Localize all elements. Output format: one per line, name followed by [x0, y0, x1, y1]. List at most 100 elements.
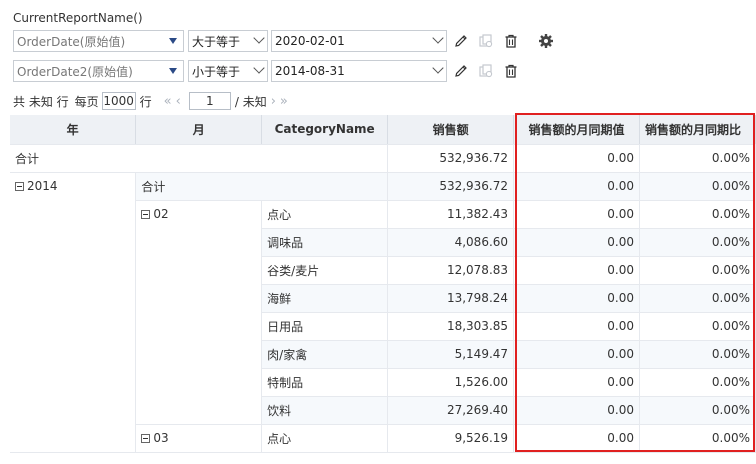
prev-ratio-cell: 0.00%: [639, 256, 756, 285]
filter-value-text: 2014-08-31: [275, 64, 345, 78]
collapse-icon[interactable]: [15, 181, 24, 191]
category-cell: 海鲜: [261, 284, 389, 313]
column-header-year[interactable]: 年: [10, 115, 137, 145]
sales-cell: 4,086.60: [387, 228, 515, 257]
sales-cell: 9,526.19: [387, 424, 515, 453]
prev-value-cell: 0.00: [513, 312, 640, 341]
sales-cell: 13,798.24: [387, 284, 515, 313]
filter-field-value: OrderDate2(原始值): [17, 64, 133, 79]
report-table: 年 月 CategoryName 销售额 销售额的月同期值 销售额的月同期比 合…: [10, 115, 756, 453]
chevron-down-icon: [432, 62, 444, 74]
category-cell: 谷类/麦片: [261, 256, 389, 285]
month-group-cell: 03: [135, 424, 263, 453]
prev-value-cell: 0.00: [513, 340, 640, 369]
category-cell: 特制品: [261, 368, 389, 397]
prev-ratio-cell: 0.00%: [639, 228, 756, 257]
prev-ratio-cell: 0.00%: [639, 144, 756, 173]
table-row: 2014 合计 532,936.72 0.00 0.00%: [10, 172, 756, 453]
page-total-label: / 未知: [234, 94, 267, 109]
chevron-down-icon: [253, 32, 265, 44]
sales-cell: 12,078.83: [387, 256, 515, 285]
trash-icon[interactable]: [503, 33, 519, 49]
pencil-icon[interactable]: [453, 33, 469, 49]
copy-icon[interactable]: [478, 33, 494, 49]
filter-value-select[interactable]: 2020-02-01: [271, 30, 447, 52]
filter-field-value: OrderDate(原始值): [17, 34, 126, 49]
month-group-cell: 02: [135, 200, 263, 425]
prev-value-cell: 0.00: [513, 144, 640, 173]
prev-ratio-cell: 0.00%: [639, 200, 756, 229]
category-cell: 日用品: [261, 312, 389, 341]
dropdown-arrow-icon: [169, 38, 177, 44]
pager: 共 未知 行 每页 1000 行 « ‹ 1 / 未知 › »: [13, 91, 292, 111]
category-cell: 饮料: [261, 396, 389, 425]
filter-value-text: 2020-02-01: [275, 34, 345, 48]
sales-cell: 532,936.72: [387, 172, 515, 201]
prev-ratio-cell: 0.00%: [639, 284, 756, 313]
prev-value-cell: 0.00: [513, 200, 640, 229]
collapse-icon[interactable]: [141, 209, 151, 219]
collapse-icon[interactable]: [141, 433, 151, 443]
prev-value-cell: 0.00: [513, 284, 640, 313]
category-cell: 点心: [261, 424, 389, 453]
filter-value-select[interactable]: 2014-08-31: [271, 60, 447, 82]
next-page-icon[interactable]: ›: [271, 94, 276, 109]
sales-cell: 18,303.85: [387, 312, 515, 341]
year-group-cell: 2014: [10, 172, 137, 453]
report-title: CurrentReportName(): [13, 11, 143, 25]
prev-value-cell: 0.00: [513, 228, 640, 257]
filter-row-1: OrderDate(原始值) 大于等于 2020-02-01: [13, 30, 563, 52]
per-page-input[interactable]: 1000: [101, 92, 136, 110]
prev-ratio-cell: 0.00%: [639, 368, 756, 397]
dropdown-arrow-icon: [169, 68, 177, 74]
category-cell: 点心: [261, 200, 389, 229]
prev-ratio-cell: 0.00%: [639, 396, 756, 425]
category-cell: 调味品: [261, 228, 389, 257]
sales-cell: 1,526.00: [387, 368, 515, 397]
year-label: 2014: [27, 178, 58, 193]
column-header-category[interactable]: CategoryName: [261, 115, 389, 145]
filter-row-2: OrderDate2(原始值) 小于等于 2014-08-31: [13, 60, 528, 82]
chevron-down-icon: [432, 32, 444, 44]
prev-ratio-cell: 0.00%: [639, 172, 756, 201]
rows-unit-label: 行: [139, 94, 152, 109]
sales-cell: 532,936.72: [387, 144, 515, 173]
column-header-prev-value[interactable]: 销售额的月同期值: [513, 115, 640, 145]
table-header-row: 年 月 CategoryName 销售额 销售额的月同期值 销售额的月同期比: [10, 115, 756, 145]
month-label: 02: [153, 206, 169, 221]
category-cell: 肉/家禽: [261, 340, 389, 369]
year-cell: 合计: [10, 144, 389, 173]
prev-ratio-cell: 0.00%: [639, 312, 756, 341]
filter-field-select[interactable]: OrderDate(原始值): [13, 30, 184, 52]
column-header-sales[interactable]: 销售额: [387, 115, 515, 145]
sales-cell: 5,149.47: [387, 340, 515, 369]
prev-page-icon[interactable]: ‹: [176, 94, 181, 109]
sales-cell: 27,269.40: [387, 396, 515, 425]
copy-icon[interactable]: [478, 63, 494, 79]
per-page-label: 每页: [74, 94, 99, 109]
month-label: 03: [153, 430, 169, 445]
prev-value-cell: 0.00: [513, 396, 640, 425]
sales-cell: 11,382.43: [387, 200, 515, 229]
trash-icon[interactable]: [503, 63, 519, 79]
filter-field-select[interactable]: OrderDate2(原始值): [13, 60, 184, 82]
page-input[interactable]: 1: [188, 92, 231, 110]
column-header-prev-ratio[interactable]: 销售额的月同期比: [639, 115, 756, 145]
prev-ratio-cell: 0.00%: [639, 340, 756, 369]
table-row: 合计 532,936.72 0.00 0.00%: [10, 144, 756, 173]
pencil-icon[interactable]: [453, 63, 469, 79]
total-rows-label: 共 未知 行: [13, 94, 69, 109]
gear-icon[interactable]: [538, 33, 554, 49]
prev-value-cell: 0.00: [513, 172, 640, 201]
last-page-icon[interactable]: »: [280, 94, 288, 109]
filter-operator-select[interactable]: 大于等于: [188, 30, 268, 52]
prev-ratio-cell: 0.00%: [639, 424, 756, 453]
filter-operator-select[interactable]: 小于等于: [188, 60, 268, 82]
prev-value-cell: 0.00: [513, 256, 640, 285]
column-header-month[interactable]: 月: [135, 115, 263, 145]
filter-operator-value: 大于等于: [192, 34, 241, 49]
filter-operator-value: 小于等于: [192, 64, 241, 79]
first-page-icon[interactable]: «: [164, 94, 172, 109]
prev-value-cell: 0.00: [513, 424, 640, 453]
month-cell: 合计: [135, 172, 389, 201]
